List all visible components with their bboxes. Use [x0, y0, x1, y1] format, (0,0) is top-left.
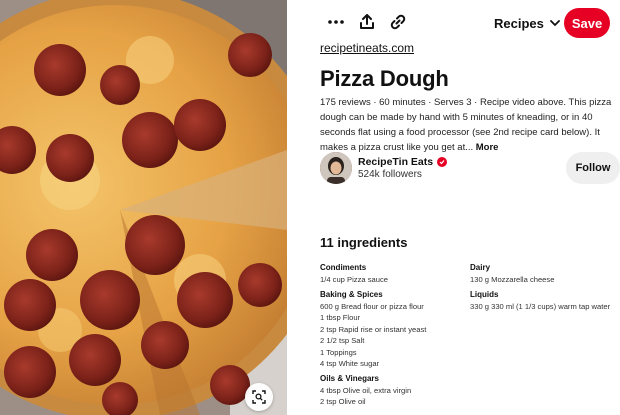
copy-link-button[interactable] [386, 10, 410, 34]
board-dropdown[interactable]: Recipes [494, 12, 560, 34]
ingredient-group: Oils & Vinegars 4 tbsp Olive oil, extra v… [320, 373, 465, 408]
ellipsis-icon [328, 20, 344, 24]
ingredient-item: 4 tbsp Olive oil, extra virgin [320, 385, 412, 395]
ingredient-item: 2 tsp Olive oil [320, 397, 366, 406]
ingredient-group: Baking & Spices 600 g Bread flour or pizz… [320, 289, 465, 370]
ingredient-item: 4 tsp White sugar [320, 359, 380, 368]
link-icon [390, 14, 406, 30]
avatar[interactable] [320, 152, 352, 184]
ingredient-group: Liquids 330 g 330 ml (1 1/3 cups) warm ta… [470, 289, 620, 313]
follower-count: 524k followers [358, 169, 422, 180]
creator-row: RecipeTin Eats 524k followers Follow [320, 152, 620, 184]
ingredient-group-title: Oils & Vinegars [320, 373, 379, 383]
pin-toolbar: Recipes Save [287, 0, 620, 44]
board-label: Recipes [494, 15, 544, 31]
creator-name[interactable]: RecipeTin Eats [358, 156, 448, 168]
chevron-down-icon [549, 19, 560, 26]
ingredient-item: 2 1/2 tsp Salt [320, 336, 365, 345]
creator-name-text: RecipeTin Eats [358, 156, 434, 168]
lens-icon [252, 390, 266, 404]
description-text: 175 reviews · 60 minutes · Serves 3 · Re… [320, 97, 612, 153]
ingredient-item: 1 Toppings [320, 347, 357, 357]
ingredient-item: 130 g Mozzarella cheese [470, 275, 555, 284]
follow-button[interactable]: Follow [566, 152, 620, 184]
ingredient-group: Condiments 1/4 cup Pizza sauce [320, 262, 465, 286]
share-button[interactable] [355, 10, 379, 34]
ingredients-column-1: Condiments 1/4 cup Pizza sauce Baking & Sp… [320, 262, 465, 411]
ingredient-item: 600 g Bread flour or pizza flour [320, 301, 424, 311]
share-icon [360, 14, 374, 29]
ingredients-heading: 11 ingredients [320, 235, 408, 250]
verified-icon [437, 157, 448, 167]
ingredient-group-title: Baking & Spices [320, 289, 383, 299]
ingredient-item: 330 g 330 ml (1 1/3 cups) warm tap water [470, 301, 611, 311]
ingredient-group-title: Dairy [470, 263, 491, 272]
ingredient-item: 1/4 cup Pizza sauce [320, 275, 388, 284]
pin-description: 175 reviews · 60 minutes · Serves 3 · Re… [320, 95, 616, 155]
ingredient-group-title: Condiments [320, 263, 367, 272]
more-options-button[interactable] [324, 10, 348, 34]
avatar-image [320, 152, 352, 184]
save-button[interactable]: Save [564, 8, 610, 38]
pin-image[interactable] [0, 0, 287, 415]
ingredients-column-2: Dairy 130 g Mozzarella cheese Liquids 330 g… [470, 262, 620, 315]
ingredient-item: 1 tbsp Flour [320, 313, 361, 322]
pin-title: Pizza Dough [320, 66, 449, 91]
pizza-photo [0, 0, 287, 415]
ingredient-item: 2 tsp Rapid rise or instant yeast [320, 324, 427, 334]
pin-details: Recipes Save recipetineats.com Pizza Dou… [287, 0, 620, 415]
visual-search-button[interactable] [245, 383, 273, 411]
ingredient-group-title: Liquids [470, 289, 499, 299]
source-link[interactable]: recipetineats.com [320, 41, 414, 55]
ingredient-group: Dairy 130 g Mozzarella cheese [470, 262, 620, 286]
